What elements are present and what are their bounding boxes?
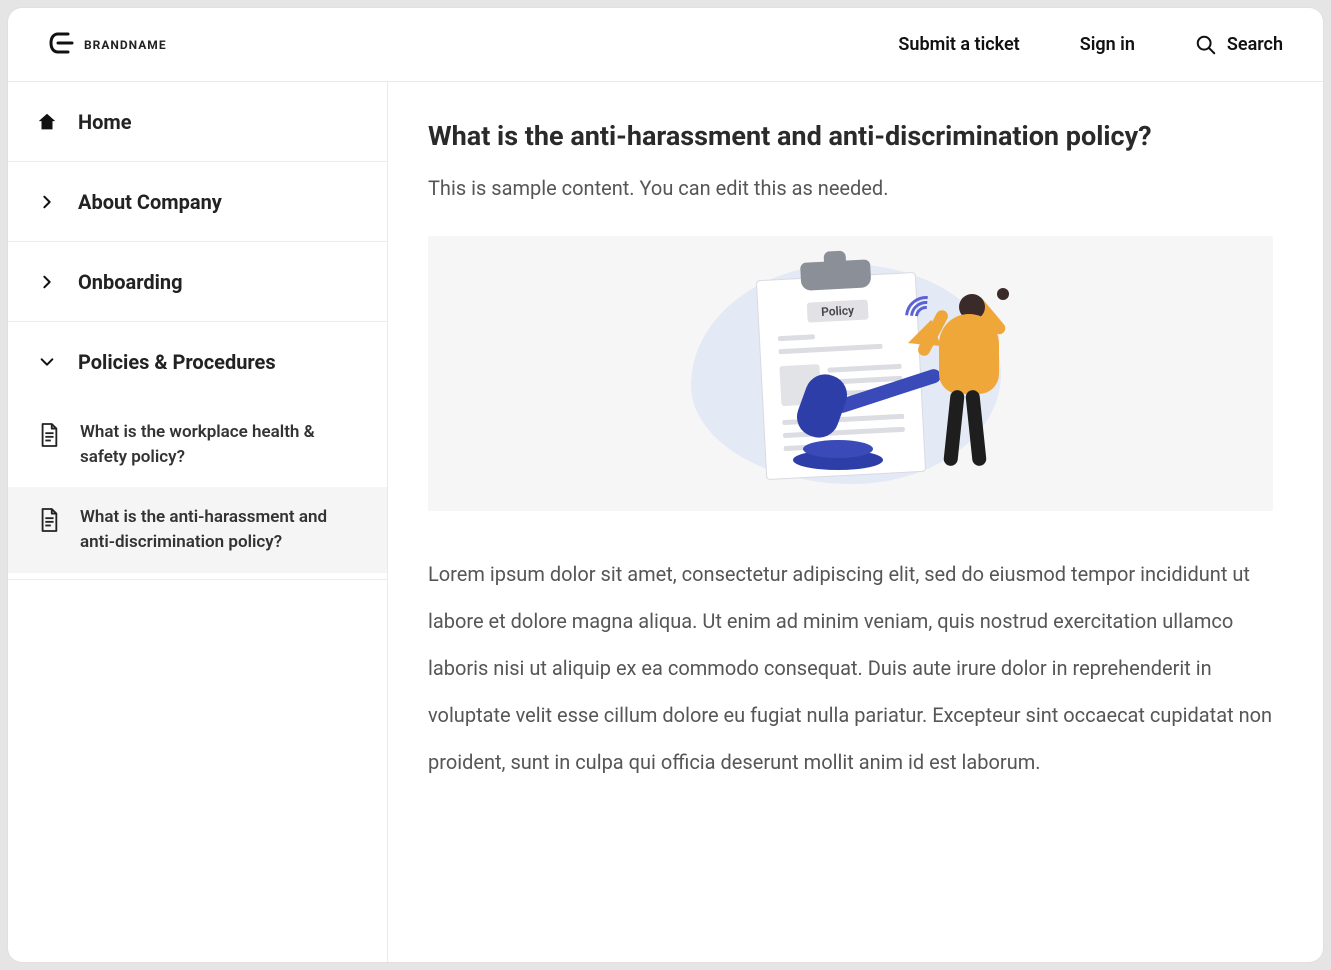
sidebar-item-about[interactable]: About Company — [8, 162, 387, 242]
policy-tag: Policy — [806, 299, 868, 322]
header: BRANDNAME Submit a ticket Sign in Search — [8, 8, 1323, 82]
sign-in-label: Sign in — [1080, 34, 1135, 55]
sidebar-item-label: Onboarding — [78, 270, 183, 294]
sign-in-link[interactable]: Sign in — [1080, 34, 1135, 55]
sidebar-item-home[interactable]: Home — [8, 82, 387, 162]
search-icon — [1195, 34, 1217, 56]
chevron-right-icon — [36, 194, 58, 210]
body: Home About Company Onboarding — [8, 82, 1323, 962]
brand-logo-icon — [48, 31, 76, 59]
sidebar-article-anti-harassment[interactable]: What is the anti-harassment and anti-dis… — [8, 487, 387, 572]
sidebar-item-policies[interactable]: Policies & Procedures — [8, 322, 387, 402]
sidebar-sublist-policies: What is the workplace health & safety po… — [8, 402, 387, 580]
sidebar-article-label: What is the anti-harassment and anti-dis… — [80, 505, 363, 554]
article-body: Lorem ipsum dolor sit amet, consectetur … — [428, 551, 1273, 786]
article-intro: This is sample content. You can edit thi… — [428, 176, 1273, 200]
policy-illustration: Policy — [681, 254, 1021, 494]
sidebar-item-label: About Company — [78, 190, 222, 214]
chevron-down-icon — [36, 354, 58, 370]
home-icon — [36, 111, 58, 133]
sidebar-item-label: Home — [78, 110, 132, 134]
sidebar-article-health-safety[interactable]: What is the workplace health & safety po… — [8, 402, 387, 487]
search-label: Search — [1227, 34, 1283, 55]
search-button[interactable]: Search — [1195, 34, 1283, 56]
document-icon — [38, 507, 60, 537]
app-window: BRANDNAME Submit a ticket Sign in Search — [8, 8, 1323, 962]
submit-ticket-label: Submit a ticket — [898, 34, 1019, 55]
document-icon — [38, 422, 60, 452]
sidebar-item-onboarding[interactable]: Onboarding — [8, 242, 387, 322]
page-title: What is the anti-harassment and anti-dis… — [428, 120, 1273, 152]
submit-ticket-link[interactable]: Submit a ticket — [898, 34, 1019, 55]
sidebar-item-label: Policies & Procedures — [78, 350, 276, 374]
sidebar: Home About Company Onboarding — [8, 82, 388, 962]
article-main: What is the anti-harassment and anti-dis… — [388, 82, 1323, 962]
article-hero-image: Policy — [428, 236, 1273, 511]
brand[interactable]: BRANDNAME — [48, 31, 167, 59]
chevron-right-icon — [36, 274, 58, 290]
brand-name: BRANDNAME — [84, 38, 167, 52]
sidebar-article-label: What is the workplace health & safety po… — [80, 420, 363, 469]
